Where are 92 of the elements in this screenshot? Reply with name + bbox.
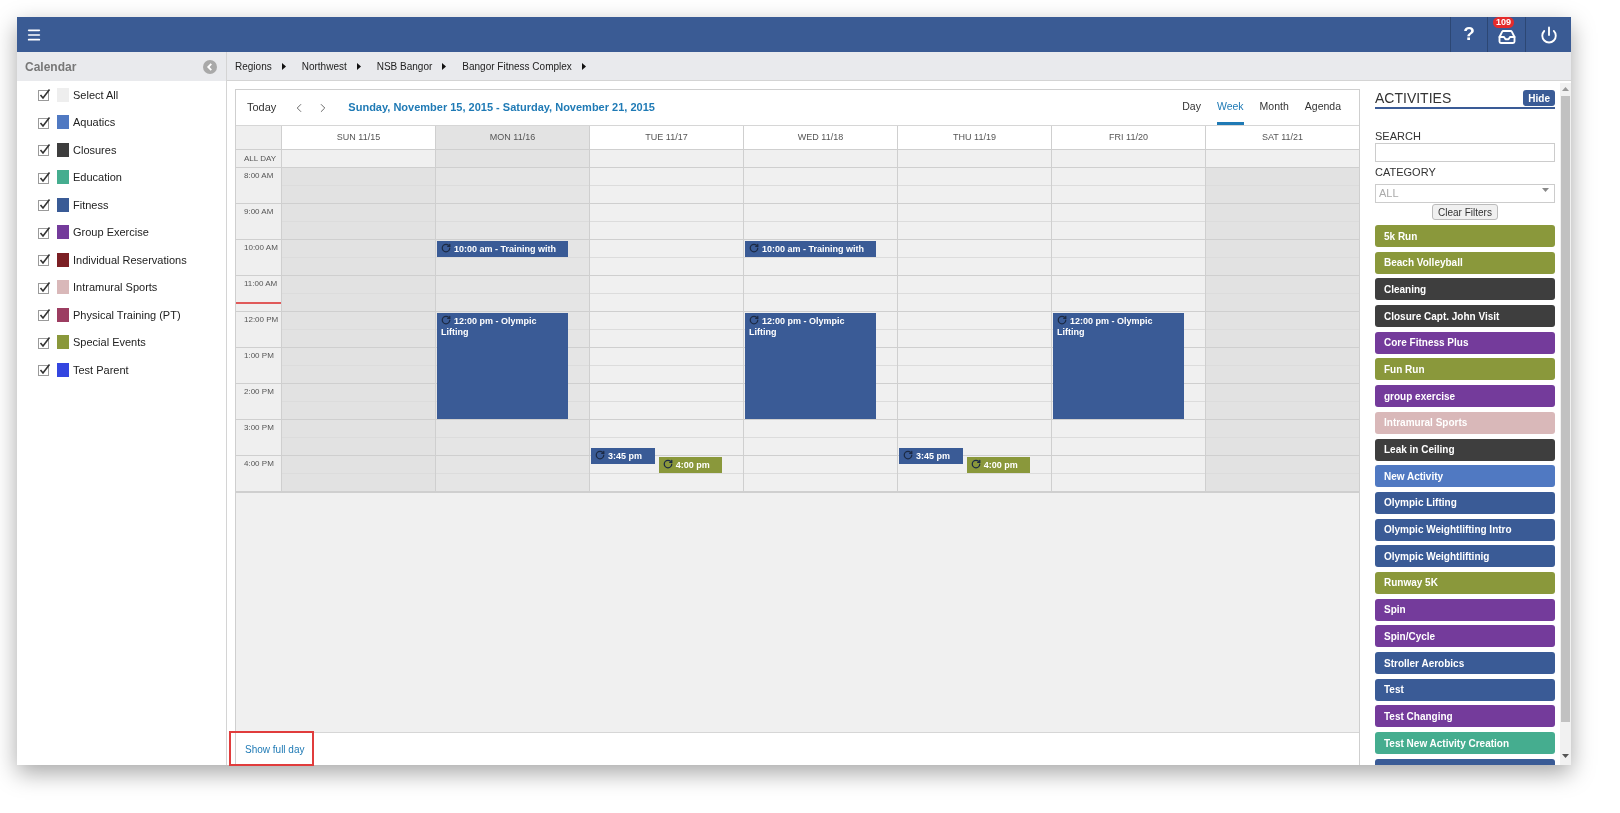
day-header: MON 11/16 <box>436 126 589 150</box>
field-label: SEARCH <box>1375 130 1422 142</box>
caret-down-icon <box>1542 188 1549 192</box>
checkbox[interactable] <box>38 170 51 184</box>
checkbox[interactable] <box>38 253 51 267</box>
time-label: 11:00 AM <box>244 279 278 289</box>
category-label: Select All <box>73 87 119 103</box>
calendar-event[interactable]: 3:45 pm <box>590 448 655 464</box>
circular-arrow-icon <box>662 459 673 469</box>
scroll-down-arrow-icon[interactable] <box>1562 754 1569 758</box>
activity-item[interactable]: Spin/Cycle <box>1375 625 1555 648</box>
activity-item[interactable]: Test <box>1375 678 1555 701</box>
breadcrumb-link[interactable]: NSB Bangor <box>376 58 433 74</box>
scrollbar-track[interactable] <box>1560 83 1571 765</box>
panel-title: ACTIVITIES <box>1375 90 1452 106</box>
power-icon <box>1539 25 1558 44</box>
caret-right-icon <box>442 62 447 70</box>
activity-item[interactable]: Spin <box>1375 598 1555 621</box>
time-label: 3:00 PM <box>244 423 274 433</box>
activity-item[interactable]: Core Fitness Plus <box>1375 331 1555 354</box>
calendar-event[interactable]: 12:00 pm - Olympic Lifting <box>1052 313 1185 419</box>
activity-item[interactable]: Leak in Ceiling <box>1375 438 1555 461</box>
activity-item[interactable]: Cleaning <box>1375 278 1555 301</box>
activity-item[interactable]: group exercise <box>1375 385 1555 408</box>
view-tab[interactable]: Day <box>1182 90 1201 125</box>
activity-item[interactable]: New Activity <box>1375 465 1555 488</box>
activity-item[interactable]: Test Changing <box>1375 705 1555 728</box>
circular-arrow-icon <box>440 315 451 325</box>
circular-arrow-icon <box>1056 315 1067 325</box>
checkbox[interactable] <box>38 143 51 157</box>
time-label: 4:00 PM <box>244 459 274 469</box>
show-full-day-link[interactable]: Show full day <box>245 741 305 757</box>
calendar-event[interactable]: 10:00 am - Training with <box>436 241 569 257</box>
breadcrumb-link[interactable]: Bangor Fitness Complex <box>462 58 572 74</box>
category-label: Education <box>73 170 122 185</box>
view-tab[interactable]: Agenda <box>1304 90 1341 125</box>
scrollbar-thumb[interactable] <box>1561 96 1570 722</box>
circular-arrow-icon <box>748 243 759 253</box>
caret-right-icon <box>581 62 586 70</box>
circular-arrow-icon <box>594 450 605 460</box>
all-day-label: ALL DAY <box>244 152 276 165</box>
circular-arrow-icon <box>440 243 451 253</box>
category-label: Aquatics <box>73 115 116 130</box>
category-label: Individual Reservations <box>73 252 187 268</box>
calendar-event[interactable]: 10:00 am - Training with <box>744 241 877 257</box>
time-label: 10:00 AM <box>244 243 278 253</box>
category-label: Intramural Sports <box>73 280 158 295</box>
activity-item[interactable]: Olympic Weightlifting Intro <box>1375 518 1555 541</box>
circular-arrow-icon <box>970 459 981 469</box>
category-select[interactable]: ALL <box>1375 183 1555 203</box>
hide-button[interactable]: Hide <box>1523 90 1555 106</box>
view-tab[interactable]: Month <box>1259 90 1289 125</box>
category-label: Fitness <box>73 197 109 213</box>
today-button[interactable]: Today <box>247 99 277 116</box>
calendar-event[interactable]: 12:00 pm - Olympic Lifting <box>744 313 877 419</box>
category-label: Physical Training (PT) <box>73 307 181 323</box>
checkbox[interactable] <box>38 225 51 239</box>
checkbox[interactable] <box>38 335 51 349</box>
search-field[interactable] <box>1375 143 1555 162</box>
category-label: Test Parent <box>73 362 129 378</box>
time-label: 1:00 PM <box>244 351 274 361</box>
category-label: Closures <box>73 142 117 158</box>
category-label: Group Exercise <box>73 225 149 240</box>
inbox-icon <box>1497 27 1516 46</box>
checkbox[interactable] <box>38 280 51 294</box>
calendar-event[interactable]: 3:45 pm <box>898 448 963 464</box>
activity-item[interactable]: Stroller Aerobics <box>1375 652 1555 674</box>
field-label: CATEGORY <box>1375 166 1437 178</box>
time-label: 9:00 AM <box>244 207 274 217</box>
checkbox[interactable] <box>38 198 51 212</box>
clear-filters-button[interactable]: Clear Filters <box>1432 204 1498 220</box>
checkbox[interactable] <box>38 363 51 377</box>
time-label: 8:00 AM <box>244 171 274 181</box>
date-range-title: Sunday, November 15, 2015 - Saturday, November 21, 2015 <box>348 100 655 116</box>
caret-right-icon <box>356 62 361 70</box>
caret-right-icon <box>281 62 286 70</box>
checkbox[interactable] <box>38 308 51 322</box>
checkbox[interactable] <box>38 88 51 102</box>
checkbox[interactable] <box>38 115 51 129</box>
circular-arrow-icon <box>748 315 759 325</box>
breadcrumb-link[interactable]: Regions <box>235 58 272 74</box>
activity-item[interactable]: Olympic Weightliftinig <box>1375 545 1555 568</box>
calendar-event[interactable]: 12:00 pm - Olympic Lifting <box>436 313 569 419</box>
activity-item[interactable]: Olympic Lifting <box>1375 491 1555 514</box>
time-label: 2:00 PM <box>244 387 274 397</box>
activity-item[interactable]: Closure Capt. John Visit <box>1375 305 1555 328</box>
notification-count-badge: 109 <box>1493 17 1515 28</box>
breadcrumb-link[interactable]: Northwest <box>301 58 347 74</box>
sidebar-title: Calendar <box>25 58 77 76</box>
time-label: 12:00 PM <box>244 315 279 325</box>
circular-arrow-icon <box>902 450 913 460</box>
category-label: Special Events <box>73 335 146 350</box>
